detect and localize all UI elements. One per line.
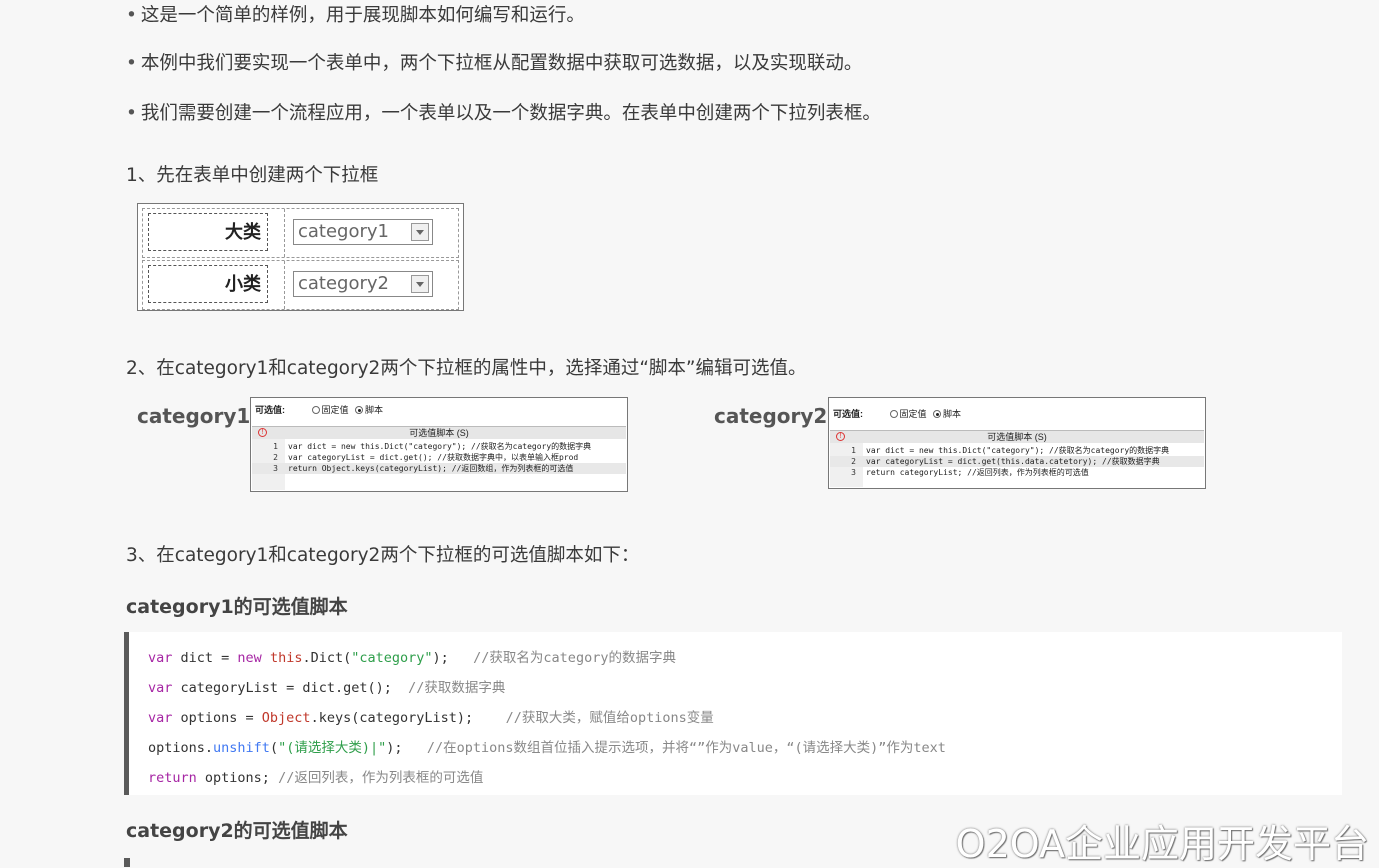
- select-value: category2: [298, 273, 390, 294]
- bullet-item: • 本例中我们要实现一个表单中，两个下拉框从配置数据中获取可选数据，以及实现联动。: [126, 49, 862, 75]
- radio-fixed[interactable]: [311, 406, 320, 414]
- code-line-1: var dict = new this.Dict("category"); //…: [148, 650, 676, 666]
- form-field-cell: category1: [284, 209, 459, 257]
- bullet-marker: •: [126, 103, 137, 124]
- error-icon: !: [258, 428, 267, 437]
- code-block-edge: [124, 858, 130, 867]
- code-line: 2 var categoryList = dict.get(this.data.c…: [830, 456, 1204, 467]
- options-label: 可选值:: [833, 409, 863, 419]
- line-number: 3: [273, 464, 278, 473]
- dropdown-arrow-icon[interactable]: [411, 223, 429, 241]
- code-text: return Object.keys(categoryList); //返回数组…: [288, 464, 574, 473]
- bullet-item: • 这是一个简单的样例，用于展现脚本如何编写和运行。: [126, 1, 585, 27]
- script-panel-category1: 可选值: 固定值 脚本 ! 可选值脚本 (S) 1 var dict = new …: [250, 397, 628, 492]
- dropdown-arrow-icon[interactable]: [411, 275, 429, 293]
- step-2-text: 2、在category1和category2两个下拉框的属性中，选择通过“脚本”…: [126, 358, 807, 379]
- script-bar: ! 可选值脚本 (S): [252, 426, 626, 439]
- bullet-text: 本例中我们要实现一个表单中，两个下拉框从配置数据中获取可选数据，以及实现联动。: [140, 53, 863, 74]
- script-bar-title: 可选值脚本 (S): [987, 432, 1047, 442]
- form-label: 小类: [148, 265, 268, 303]
- form-screenshot: 大类 category1 小类 category2: [137, 203, 464, 311]
- form-field-cell: category2: [284, 261, 459, 309]
- line-number: 2: [273, 453, 278, 462]
- panel-title-category2: category2: [714, 404, 828, 428]
- code-line-4: options.unshift("(请选择大类)|"); //在options数…: [148, 740, 946, 756]
- step-3-text: 3、在category1和category2两个下拉框的可选值脚本如下：: [126, 545, 640, 566]
- radio-script-label: 脚本: [365, 405, 384, 415]
- options-label: 可选值:: [255, 405, 285, 415]
- section-heading-category1: category1的可选值脚本: [126, 596, 348, 618]
- code-text: var dict = new this.Dict("category"); //…: [288, 442, 592, 451]
- radio-script[interactable]: [355, 406, 364, 414]
- step-1-text: 1、先在表单中创建两个下拉框: [126, 165, 379, 186]
- line-number: 2: [851, 457, 856, 466]
- bullet-marker: •: [126, 53, 137, 74]
- code-line-3: var options = Object.keys(categoryList);…: [148, 710, 714, 726]
- code-text: var categoryList = dict.get(); //获取数据字典中…: [288, 453, 579, 462]
- radio-script[interactable]: [933, 410, 942, 418]
- radio-script-label: 脚本: [943, 409, 962, 419]
- select-value: category1: [298, 221, 390, 242]
- radio-fixed-label: 固定值: [321, 405, 349, 415]
- bullet-marker: •: [126, 5, 137, 26]
- section-heading-category2: category2的可选值脚本: [126, 820, 348, 842]
- code-line-5: return options; //返回列表，作为列表框的可选值: [148, 770, 484, 786]
- code-line: 2 var categoryList = dict.get(); //获取数据字典…: [252, 452, 626, 463]
- script-panel-category2: 可选值: 固定值 脚本 ! 可选值脚本 (S) 1 var dict = new …: [828, 397, 1206, 489]
- options-row: 可选值: 固定值 脚本: [255, 403, 383, 416]
- category2-select[interactable]: category2: [293, 271, 433, 297]
- code-text: var categoryList = dict.get(this.data.ca…: [866, 457, 1160, 466]
- panel-title-category1: category1: [137, 404, 251, 428]
- code-line: 1 var dict = new this.Dict("category"); /…: [830, 445, 1204, 456]
- code-block: var dict = new this.Dict("category"); //…: [124, 632, 1342, 795]
- form-label: 大类: [148, 213, 268, 251]
- code-text: var dict = new this.Dict("category"); //…: [866, 446, 1170, 455]
- watermark: O2OA企业应用开发平台: [955, 822, 1369, 866]
- code-text: return categoryList; //返回列表，作为列表框的可选值: [866, 468, 1089, 477]
- error-icon: !: [836, 432, 845, 441]
- line-number: 1: [273, 442, 278, 451]
- code-line-2: var categoryList = dict.get(); //获取数据字典: [148, 680, 506, 696]
- form-row: 大类 category1: [142, 208, 459, 258]
- code-line: 3 return Object.keys(categoryList); //返回数…: [252, 463, 626, 474]
- script-bar: ! 可选值脚本 (S): [830, 430, 1204, 443]
- category1-select[interactable]: category1: [293, 219, 433, 245]
- script-bar-title: 可选值脚本 (S): [409, 428, 469, 438]
- bullet-text: 这是一个简单的样例，用于展现脚本如何编写和运行。: [140, 5, 585, 26]
- line-number: 3: [851, 468, 856, 477]
- code-line: 1 var dict = new this.Dict("category"); /…: [252, 441, 626, 452]
- bullet-item: • 我们需要创建一个流程应用，一个表单以及一个数据字典。在表单中创建两个下拉列表框…: [126, 99, 881, 125]
- code-line: 3 return categoryList; //返回列表，作为列表框的可选值: [830, 467, 1204, 478]
- bullet-text: 我们需要创建一个流程应用，一个表单以及一个数据字典。在表单中创建两个下拉列表框。: [140, 103, 881, 124]
- radio-fixed-label: 固定值: [899, 409, 927, 419]
- radio-fixed[interactable]: [889, 410, 898, 418]
- line-number: 1: [851, 446, 856, 455]
- options-row: 可选值: 固定值 脚本: [833, 407, 961, 420]
- form-row: 小类 category2: [142, 260, 459, 310]
